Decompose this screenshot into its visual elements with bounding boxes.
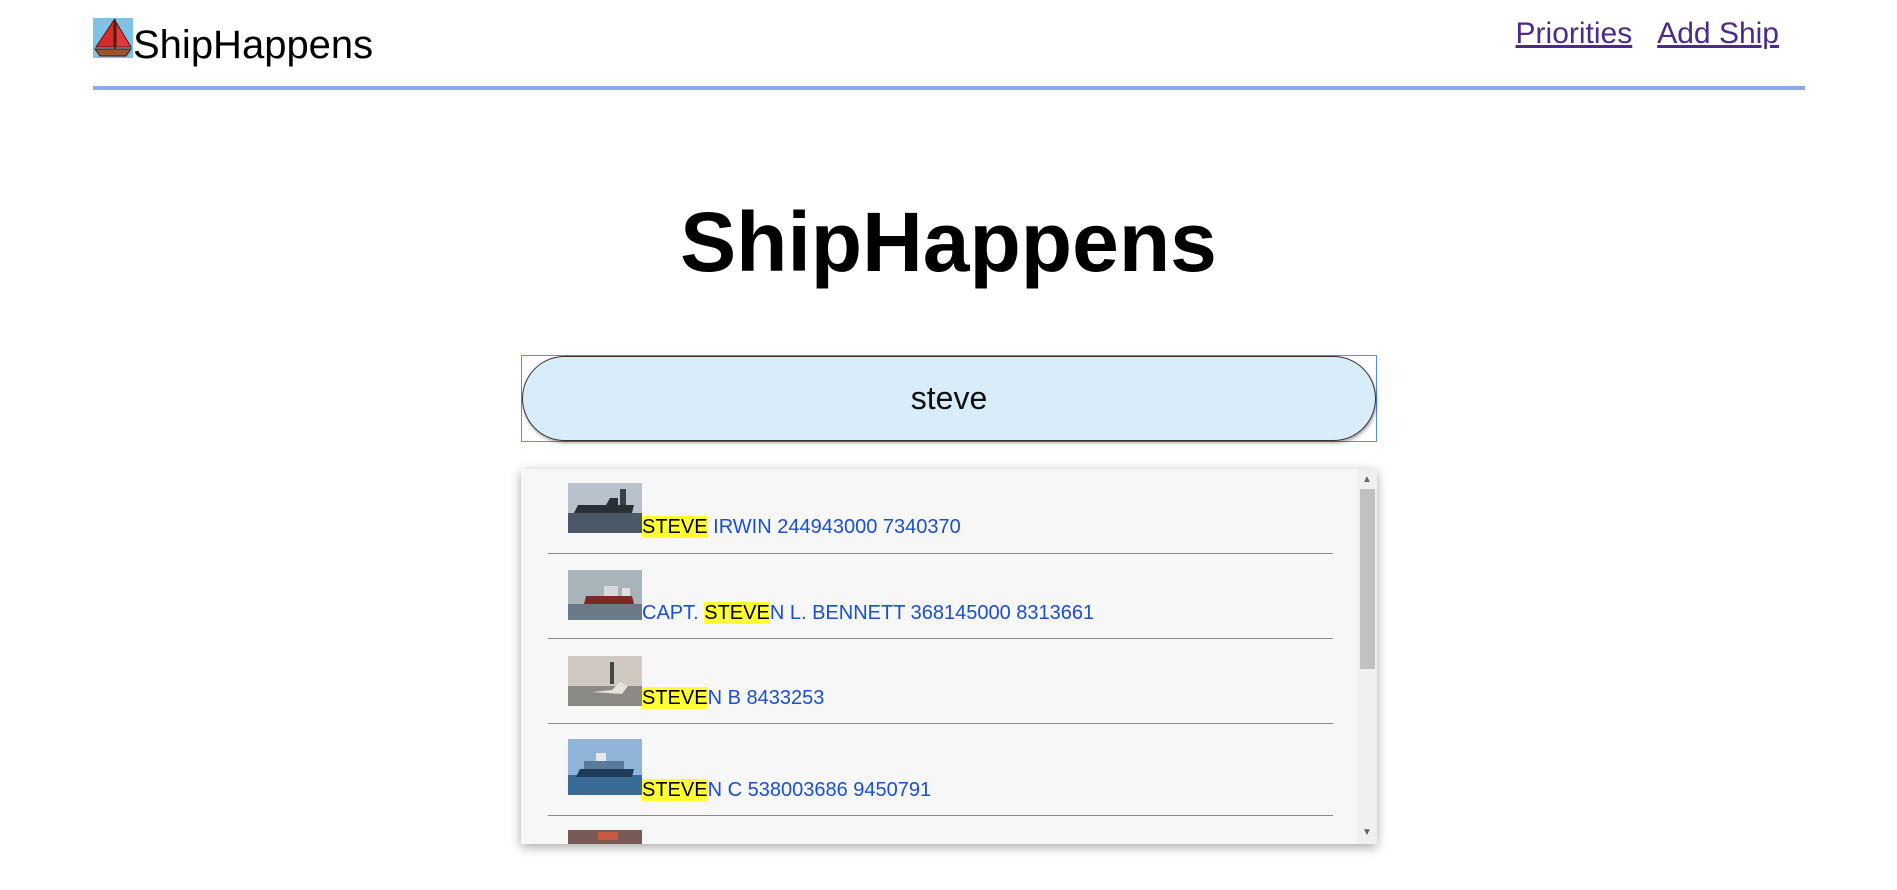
ship-thumbnail [568,483,642,533]
autocomplete-dropdown: STEVE IRWIN 244943000 7340370 CAPT. STEV… [521,469,1377,844]
match-highlight: STEVE [642,779,708,801]
scroll-down-arrow-icon[interactable]: ▼ [1357,824,1377,842]
result-label: CAPT. STEVEN L. BENNETT 368145000 831366… [642,601,1094,625]
search-input[interactable] [522,356,1376,441]
match-highlight: STEVE [642,516,708,538]
result-prefix: CAPT. [642,602,705,624]
result-item[interactable]: CAPT. STEVEN L. BENNETT 368145000 831366… [548,554,1333,639]
result-item[interactable]: STEVEN C 538003686 9450791 [548,724,1333,816]
add-ship-link[interactable]: Add Ship [1657,16,1779,52]
top-bar: ShipHappens Priorities Add Ship [93,0,1805,90]
result-suffix: N C 538003686 9450791 [707,779,932,801]
results-list: STEVE IRWIN 244943000 7340370 CAPT. STEV… [548,469,1333,844]
scrollbar-thumb[interactable] [1360,489,1375,669]
result-label: STEVEN C 538003686 9450791 [642,778,931,802]
ship-thumbnail [568,830,642,844]
result-suffix: IRWIN 244943000 7340370 [707,516,961,538]
page-title: ShipHappens [680,195,1217,289]
result-item[interactable] [548,816,1333,844]
result-label: STEVEN B 8433253 [642,686,824,710]
result-label: STEVE IRWIN 244943000 7340370 [642,515,961,539]
brand[interactable]: ShipHappens [93,18,373,65]
match-highlight: STEVE [642,687,708,709]
priorities-link[interactable]: Priorities [1516,16,1633,52]
ship-thumbnail [568,656,642,706]
result-suffix: N B 8433253 [707,687,825,709]
ship-thumbnail [568,739,642,795]
result-item[interactable]: STEVE IRWIN 244943000 7340370 [548,469,1333,554]
match-highlight: STEVE [704,602,770,624]
sailboat-icon [93,18,133,58]
result-item[interactable]: STEVEN B 8433253 [548,639,1333,724]
brand-name: ShipHappens [133,23,374,67]
search-focus-ring [521,355,1377,442]
ship-thumbnail [568,570,642,620]
scroll-up-arrow-icon[interactable]: ▲ [1357,471,1377,489]
top-nav: Priorities Add Ship [1516,16,1779,52]
result-suffix: N L. BENNETT 368145000 8313661 [769,602,1095,624]
results-scrollbar[interactable]: ▲ ▼ [1357,469,1377,844]
